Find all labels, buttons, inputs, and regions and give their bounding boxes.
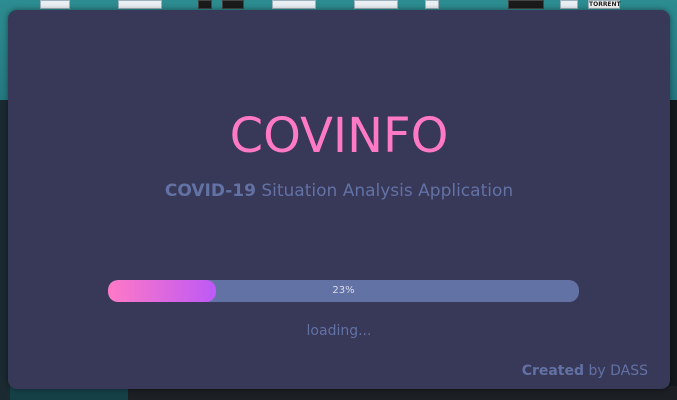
app-title: COVINFO xyxy=(229,108,449,164)
desktop-icon[interactable] xyxy=(425,0,439,9)
credit-text: Created by DASS xyxy=(522,360,648,382)
desktop-icon[interactable] xyxy=(198,0,212,9)
desktop-icon-torrent[interactable]: TORRENT xyxy=(588,0,621,9)
splash-window: COVINFO COVID-19 Situation Analysis Appl… xyxy=(8,10,670,389)
credit-highlight: Created xyxy=(521,363,585,379)
desktop-icon[interactable] xyxy=(354,0,398,9)
subtitle-text: Situation Analysis Application xyxy=(255,181,514,201)
desktop-icon[interactable] xyxy=(118,0,162,9)
subtitle-highlight: COVID-19 xyxy=(164,181,256,201)
app-subtitle: COVID-19 Situation Analysis Application xyxy=(8,180,670,202)
progress-percent-label: 23% xyxy=(332,285,355,296)
credit-author: by DASS xyxy=(584,363,648,379)
desktop-icon[interactable] xyxy=(40,0,70,9)
loading-status: loading... xyxy=(306,323,372,339)
loading-progress-bar: 23% xyxy=(108,280,579,302)
desktop-icon[interactable] xyxy=(222,0,244,9)
desktop-icon[interactable] xyxy=(560,0,578,9)
desktop-icon[interactable] xyxy=(508,0,544,9)
background-window-right xyxy=(669,100,677,400)
desktop-icon[interactable] xyxy=(272,0,316,9)
